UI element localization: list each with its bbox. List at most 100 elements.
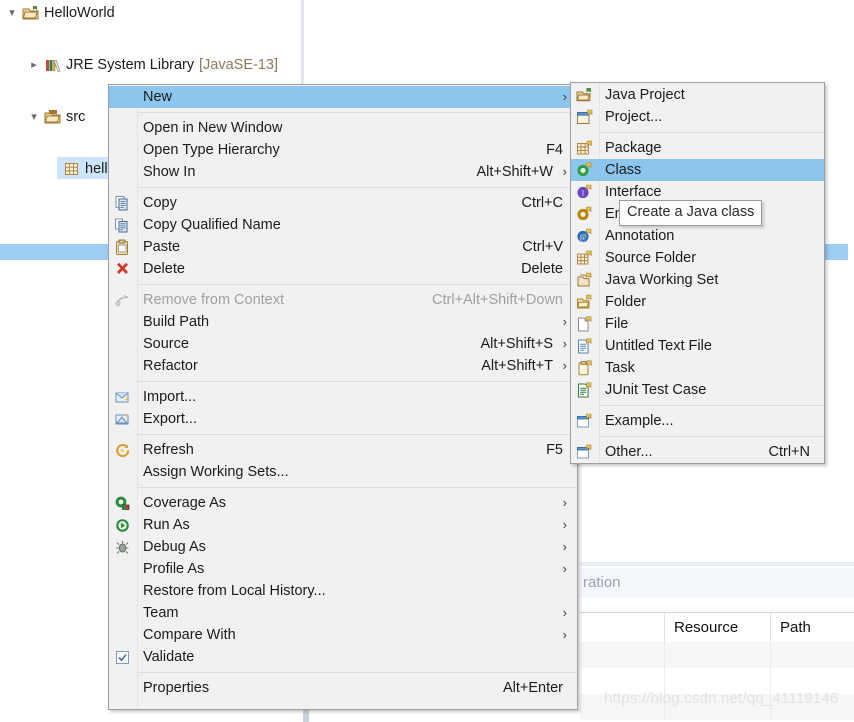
column-header-blank[interactable]	[580, 613, 665, 642]
tree-item-label: src	[66, 109, 86, 125]
menu-item-label: Compare With	[143, 627, 236, 643]
menu-item-coverage-as[interactable]: Coverage As ›	[109, 492, 577, 514]
tooltip-create-java-class: Create a Java class	[619, 200, 763, 226]
menu-item-label: Java Project	[605, 87, 685, 103]
export-icon	[114, 411, 131, 428]
menu-item-label: JUnit Test Case	[605, 382, 707, 398]
menu-item-import[interactable]: Import...	[109, 386, 577, 408]
package-new-icon	[576, 140, 593, 157]
remove-context-icon	[114, 292, 131, 309]
tree-item-jre-system-library[interactable]: ▸ JRE System Library [JavaSE-13]	[0, 52, 303, 78]
menu-item-export[interactable]: Export...	[109, 408, 577, 430]
source-folder-new-icon	[576, 250, 593, 267]
table-cell	[580, 642, 665, 668]
chevron-right-icon[interactable]: ▸	[27, 52, 41, 78]
menu-item-label: Other...	[605, 444, 653, 460]
menu-separator	[137, 672, 577, 673]
menu-item-label: Example...	[605, 413, 674, 429]
menu-item-project[interactable]: Project...	[571, 106, 824, 128]
menu-item-profile-as[interactable]: Profile As ›	[109, 558, 577, 580]
menu-item-label: Team	[143, 605, 179, 621]
chevron-down-icon[interactable]: ▾	[5, 0, 19, 26]
menu-item-untitled-text-file[interactable]: Untitled Text File	[571, 335, 824, 357]
run-icon	[114, 517, 131, 534]
menu-item-label: Task	[605, 360, 635, 376]
menu-item-source-folder[interactable]: Source Folder	[571, 247, 824, 269]
delete-icon	[114, 261, 131, 278]
jre-library-icon	[44, 56, 62, 74]
menu-separator	[137, 284, 577, 285]
menu-item-open-in-new-window[interactable]: Open in New Window	[109, 117, 577, 139]
chevron-right-icon: ›	[562, 539, 567, 554]
menu-item-show-in[interactable]: Show In Alt+Shift+W ›	[109, 161, 577, 183]
menu-item-label: Build Path	[143, 314, 210, 330]
menu-item-label: Class	[605, 162, 642, 178]
tree-item-helloworld-project[interactable]: ▾ HelloWorld	[0, 0, 303, 26]
menu-item-source[interactable]: Source Alt+Shift+S ›	[109, 333, 577, 355]
problems-tab-strip	[580, 562, 854, 566]
menu-item-shortcut: Delete	[521, 261, 563, 277]
menu-item-label: Source	[143, 336, 189, 352]
menu-item-other[interactable]: Other... Ctrl+N	[571, 441, 824, 463]
menu-item-label: Copy Qualified Name	[143, 217, 281, 233]
problems-table-header: Resource Path	[580, 612, 854, 644]
menu-item-label: Refactor	[143, 358, 198, 374]
menu-item-shortcut: Alt+Shift+T	[481, 358, 553, 374]
table-row[interactable]	[580, 642, 854, 668]
menu-item-example[interactable]: Example...	[571, 410, 824, 432]
menu-item-label: Remove from Context	[143, 292, 285, 308]
chevron-right-icon: ›	[562, 561, 567, 576]
menu-item-build-path[interactable]: Build Path ›	[109, 311, 577, 333]
menu-item-label: Validate	[143, 649, 195, 665]
menu-item-java-project[interactable]: Java Project	[571, 84, 824, 106]
menu-separator	[599, 132, 824, 133]
menu-item-junit-test-case[interactable]: JUnit Test Case	[571, 379, 824, 401]
annotation-new-icon: @	[576, 228, 593, 245]
class-new-icon	[576, 162, 593, 179]
menu-item-label: Show In	[143, 164, 196, 180]
menu-item-package[interactable]: Package	[571, 137, 824, 159]
menu-item-validate[interactable]: Validate	[109, 646, 577, 668]
menu-item-java-working-set[interactable]: Java Working Set	[571, 269, 824, 291]
chevron-right-icon: ›	[562, 358, 567, 373]
menu-separator	[137, 112, 577, 113]
menu-item-new[interactable]: New ›	[109, 86, 577, 108]
checkbox-checked-icon	[114, 649, 131, 666]
menu-item-delete[interactable]: Delete Delete	[109, 258, 577, 280]
menu-item-shortcut: Alt+Enter	[502, 680, 563, 696]
menu-item-debug-as[interactable]: Debug As ›	[109, 536, 577, 558]
menu-item-run-as[interactable]: Run As ›	[109, 514, 577, 536]
menu-item-copy-qualified-name[interactable]: Copy Qualified Name	[109, 214, 577, 236]
new-submenu[interactable]: Java Project Project... Package Class I Inter…	[570, 82, 825, 464]
menu-item-label: Refresh	[143, 442, 194, 458]
menu-item-file[interactable]: File	[571, 313, 824, 335]
menu-item-annotation[interactable]: @ Annotation	[571, 225, 824, 247]
coverage-icon	[114, 495, 131, 512]
menu-item-open-type-hierarchy[interactable]: Open Type Hierarchy F4	[109, 139, 577, 161]
menu-item-task[interactable]: Task	[571, 357, 824, 379]
menu-item-label: Project...	[605, 109, 663, 125]
menu-item-compare-with[interactable]: Compare With ›	[109, 624, 577, 646]
java-project-new-icon	[576, 87, 593, 104]
column-header-path[interactable]: Path	[771, 613, 854, 642]
menu-item-refresh[interactable]: Refresh F5	[109, 439, 577, 461]
column-header-resource[interactable]: Resource	[665, 613, 771, 642]
menu-separator	[137, 381, 577, 382]
menu-item-class[interactable]: Class	[571, 159, 824, 181]
menu-item-assign-working-sets[interactable]: Assign Working Sets...	[109, 461, 577, 483]
chevron-down-icon[interactable]: ▾	[27, 104, 41, 130]
menu-item-properties[interactable]: Properties Alt+Enter	[109, 677, 577, 699]
menu-item-shortcut: Ctrl+N	[768, 444, 811, 460]
menu-item-refactor[interactable]: Refactor Alt+Shift+T ›	[109, 355, 577, 377]
problems-view-title: ration	[580, 568, 854, 598]
svg-text:@: @	[579, 232, 586, 241]
menu-item-label: Java Working Set	[605, 272, 719, 288]
menu-item-shortcut: Ctrl+C	[521, 195, 564, 211]
menu-item-folder[interactable]: Folder	[571, 291, 824, 313]
project-context-menu[interactable]: New › Open in New Window Open Type Hierarch…	[108, 84, 578, 710]
enum-new-icon	[576, 206, 593, 223]
menu-item-copy[interactable]: Copy Ctrl+C	[109, 192, 577, 214]
menu-item-team[interactable]: Team ›	[109, 602, 577, 624]
menu-item-restore-from-local-history[interactable]: Restore from Local History...	[109, 580, 577, 602]
menu-item-paste[interactable]: Paste Ctrl+V	[109, 236, 577, 258]
